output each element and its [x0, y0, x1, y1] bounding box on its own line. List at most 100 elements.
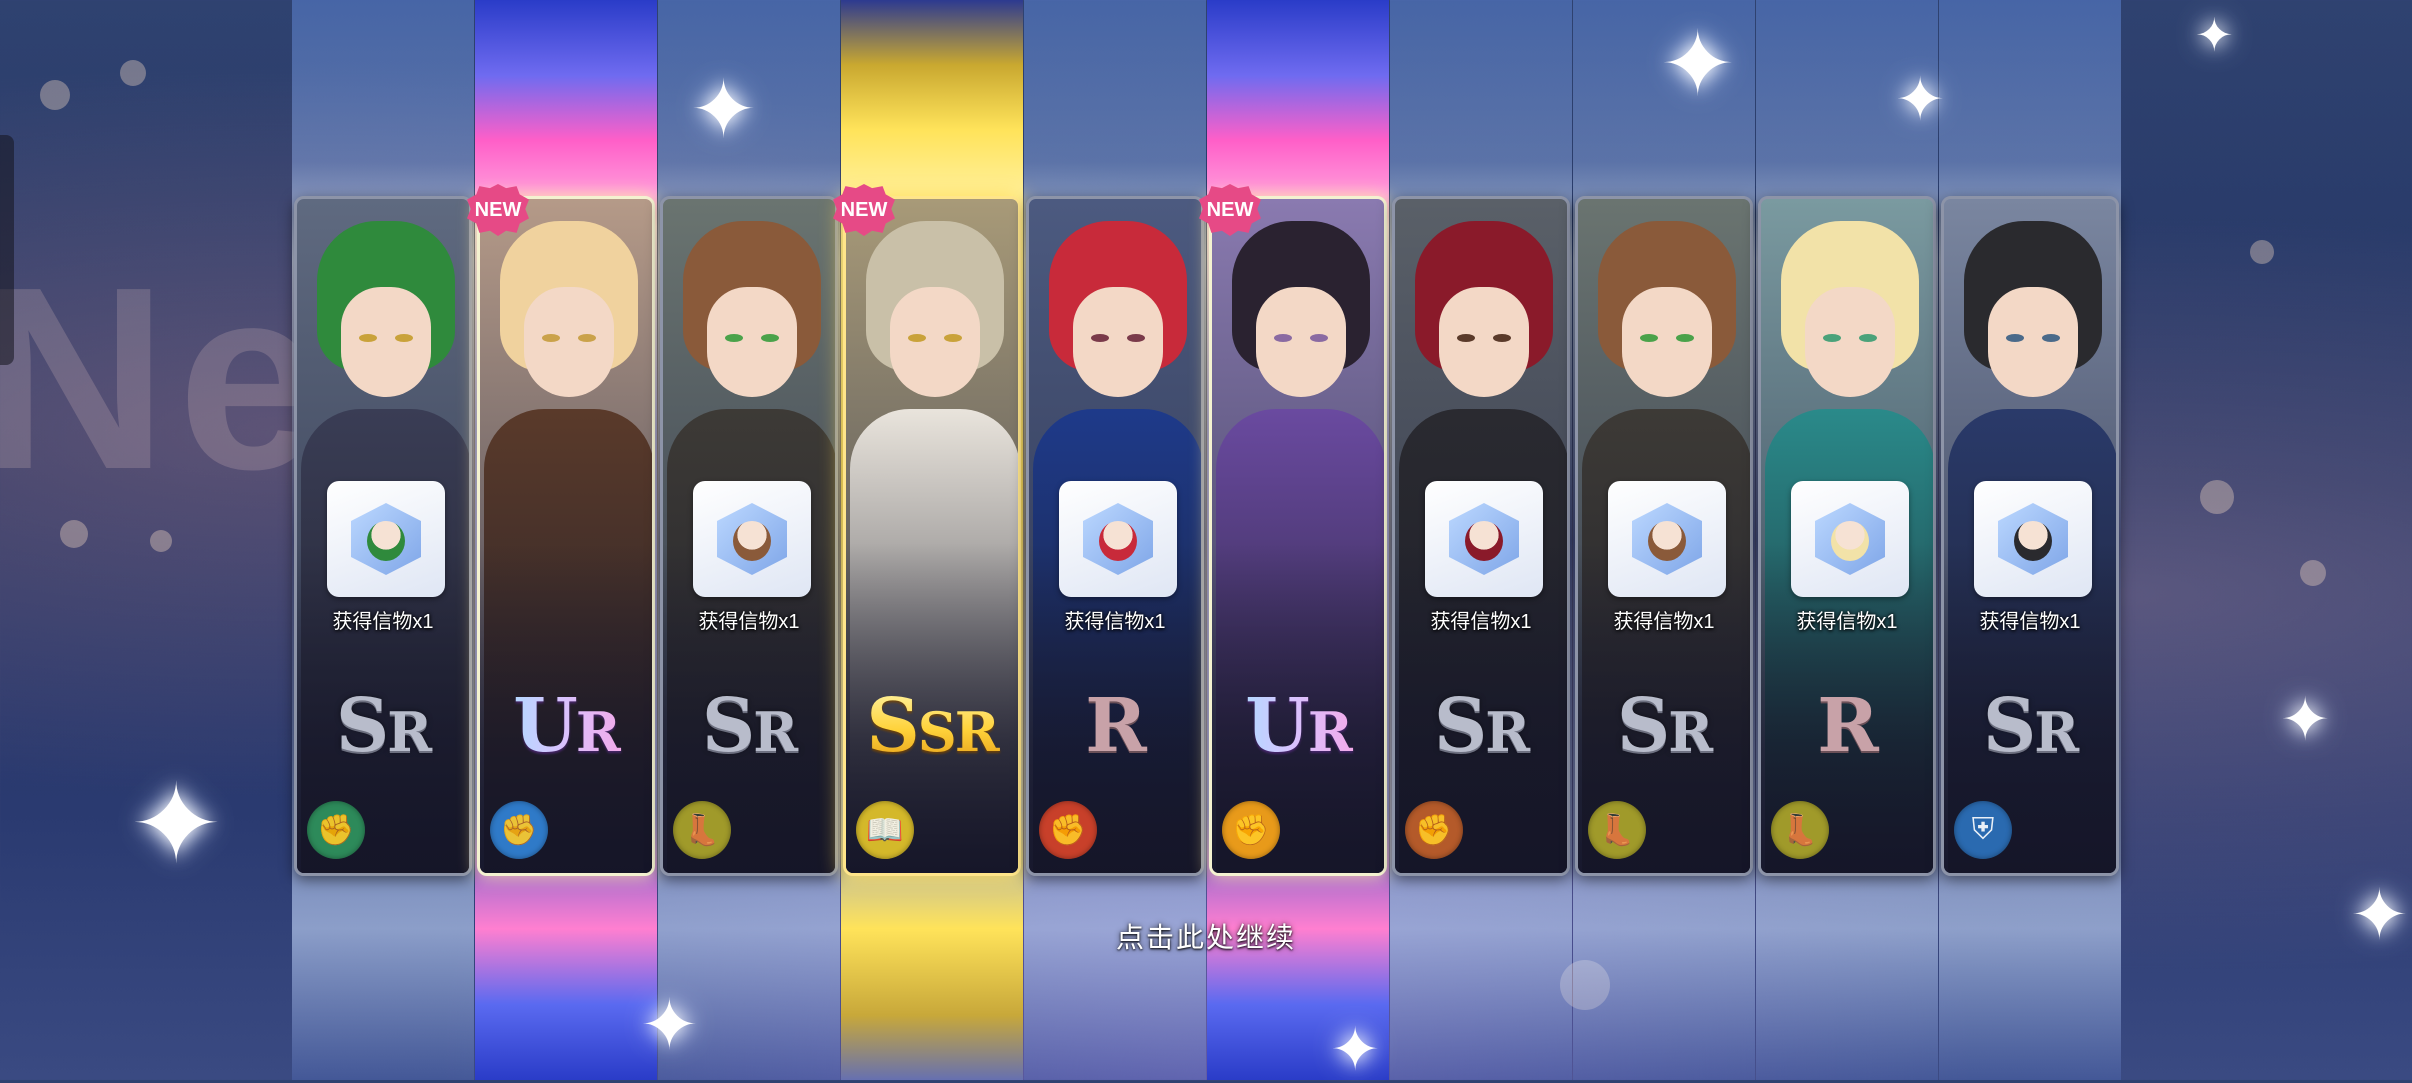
character-eye — [1310, 334, 1328, 342]
character-eye — [761, 334, 779, 342]
rarity-letter: S — [701, 683, 755, 769]
character-eye — [908, 334, 926, 342]
token-reward-label: 获得信物x1 — [1064, 611, 1166, 633]
character-face — [707, 287, 797, 397]
character-portrait — [846, 199, 1018, 873]
bokeh-light — [2200, 480, 2234, 514]
character-eye — [725, 334, 743, 342]
rarity-label: R — [1029, 689, 1201, 763]
character-card[interactable]: 获得信物x1 R 👢 — [1758, 196, 1936, 876]
background-text: Ne — [0, 234, 333, 524]
character-face — [1805, 287, 1895, 397]
bokeh-light — [40, 80, 70, 110]
sparkle-icon: ✦ — [640, 986, 699, 1064]
rarity-letter: R — [1307, 700, 1351, 764]
token-item-icon — [1974, 481, 2092, 597]
boot-icon: 👢 — [1588, 801, 1646, 859]
token-reward-label: 获得信物x1 — [1979, 611, 2081, 633]
bokeh-light — [150, 530, 172, 552]
character-eye — [1823, 334, 1841, 342]
character-eye — [1640, 334, 1658, 342]
character-face — [524, 287, 614, 397]
tap-to-continue[interactable]: 点击此处继续 — [0, 916, 2412, 956]
character-portrait — [1212, 199, 1384, 873]
token-portrait — [1831, 521, 1869, 561]
rarity-label: R — [1761, 689, 1933, 763]
character-face — [341, 287, 431, 397]
rarity-letter: S — [1433, 683, 1487, 769]
fist-icon: ✊ — [1222, 801, 1280, 859]
rarity-letter: R — [1485, 700, 1530, 764]
character-card[interactable]: SSR 📖 — [843, 196, 1021, 876]
rarity-letter: S — [1982, 683, 2036, 769]
token-reward-label: 获得信物x1 — [332, 611, 434, 633]
character-face — [1256, 287, 1346, 397]
character-eye — [1493, 334, 1511, 342]
character-card[interactable]: 获得信物x1 SR ✊ — [294, 196, 472, 876]
character-card[interactable]: 获得信物x1 R ✊ — [1026, 196, 1204, 876]
character-eye — [2042, 334, 2060, 342]
character-eye — [1859, 334, 1877, 342]
character-face — [1073, 287, 1163, 397]
character-face — [1988, 287, 2078, 397]
rarity-letter: R — [2034, 700, 2079, 764]
token-portrait — [1648, 521, 1686, 561]
character-card[interactable]: UR ✊ — [477, 196, 655, 876]
character-eye — [542, 334, 560, 342]
rarity-label: SSR — [846, 689, 1018, 763]
character-eye — [1457, 334, 1475, 342]
sparkle-icon: ✦ — [2195, 9, 2234, 61]
character-eye — [1274, 334, 1292, 342]
rarity-letter: S — [866, 683, 918, 769]
token-item-icon — [1059, 481, 1177, 597]
rarity-label: SR — [297, 689, 469, 763]
rarity-letter: R — [575, 700, 619, 764]
sparkle-icon: ✦ — [690, 65, 758, 154]
token-item-icon — [1608, 481, 1726, 597]
sparkle-icon: ✦ — [1330, 1016, 1381, 1083]
token-item-icon — [327, 481, 445, 597]
character-card[interactable]: 获得信物x1 SR ⛨ — [1941, 196, 2119, 876]
bokeh-light — [2250, 240, 2274, 264]
character-eye — [2006, 334, 2024, 342]
bokeh-light — [60, 520, 88, 548]
character-portrait — [480, 199, 652, 873]
character-card[interactable]: UR ✊ — [1209, 196, 1387, 876]
rarity-letter: S — [1616, 683, 1670, 769]
fist-icon: ✊ — [490, 801, 548, 859]
character-card[interactable]: 获得信物x1 SR ✊ — [1392, 196, 1570, 876]
character-eye — [395, 334, 413, 342]
token-item-icon — [1425, 481, 1543, 597]
character-card[interactable]: 获得信物x1 SR 👢 — [1575, 196, 1753, 876]
bokeh-light — [120, 60, 146, 86]
rarity-letter: S — [917, 700, 955, 764]
token-portrait — [733, 521, 771, 561]
character-eye — [578, 334, 596, 342]
token-portrait — [1465, 521, 1503, 561]
rarity-letter: R — [753, 700, 798, 764]
character-face — [1439, 287, 1529, 397]
character-eye — [944, 334, 962, 342]
character-card[interactable]: 获得信物x1 SR 👢 — [660, 196, 838, 876]
character-eye — [1676, 334, 1694, 342]
bokeh-light — [2300, 560, 2326, 586]
rarity-label: SR — [663, 689, 835, 763]
rarity-label: SR — [1944, 689, 2116, 763]
token-portrait — [367, 521, 405, 561]
rarity-letter: R — [954, 700, 998, 764]
boot-icon: 👢 — [1771, 801, 1829, 859]
rarity-letter: R — [1085, 683, 1146, 769]
token-portrait — [1099, 521, 1137, 561]
token-reward-label: 获得信物x1 — [1796, 611, 1898, 633]
sparkle-icon: ✦ — [130, 763, 223, 886]
rarity-label: UR — [1212, 689, 1384, 763]
shield-icon: ⛨ — [1954, 801, 2012, 859]
character-eye — [1091, 334, 1109, 342]
fist-icon: ✊ — [1039, 801, 1097, 859]
side-drawer-handle[interactable] — [0, 135, 14, 365]
book-icon: 📖 — [856, 801, 914, 859]
token-portrait — [2014, 521, 2052, 561]
token-item-icon — [1791, 481, 1909, 597]
rarity-letter: R — [1817, 683, 1878, 769]
rarity-letter: S — [335, 683, 389, 769]
